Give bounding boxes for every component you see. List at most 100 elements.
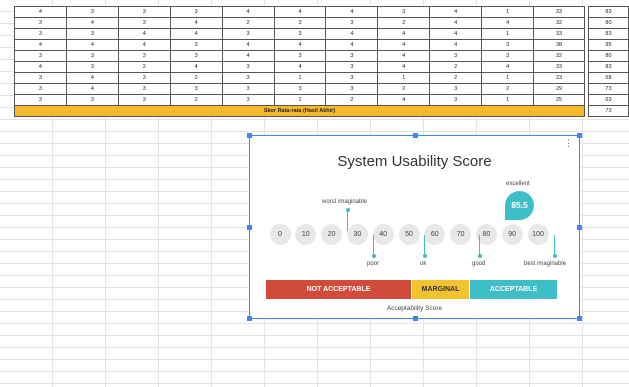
- table-cell[interactable]: 2: [221, 17, 275, 29]
- more-vert-icon[interactable]: ⋮: [564, 139, 573, 148]
- table-cell[interactable]: 3: [117, 17, 171, 29]
- table-cell[interactable]: 3: [429, 94, 483, 106]
- table-cell[interactable]: 4: [429, 6, 483, 18]
- resize-handle[interactable]: [413, 133, 418, 138]
- resize-handle[interactable]: [577, 225, 582, 230]
- table-cell[interactable]: 1: [481, 28, 535, 40]
- table-cell[interactable]: 4: [65, 17, 119, 29]
- table-cell[interactable]: 1: [377, 72, 431, 84]
- table-cell[interactable]: 3: [325, 72, 379, 84]
- table-cell[interactable]: 1: [273, 72, 327, 84]
- table-cell[interactable]: 3: [273, 28, 327, 40]
- table-cell[interactable]: 1: [481, 72, 535, 84]
- table-cell[interactable]: 3: [481, 39, 535, 51]
- table-cell[interactable]: 4: [429, 28, 483, 40]
- table-cell[interactable]: 2: [169, 94, 223, 106]
- table-cell[interactable]: 32: [533, 17, 585, 29]
- table-cell[interactable]: 3: [117, 83, 171, 95]
- table-cell[interactable]: 3: [169, 39, 223, 51]
- table-cell[interactable]: 83: [587, 6, 629, 18]
- table-cell[interactable]: 3: [169, 6, 223, 18]
- table-cell[interactable]: 3: [14, 50, 67, 62]
- table-cell[interactable]: 4: [14, 6, 67, 18]
- table-cell[interactable]: 3: [325, 50, 379, 62]
- table-cell[interactable]: 3: [273, 50, 327, 62]
- table-cell[interactable]: 3: [14, 72, 67, 84]
- table-cell[interactable]: 4: [117, 28, 171, 40]
- table-cell[interactable]: 4: [65, 39, 119, 51]
- table-cell[interactable]: 3: [14, 17, 67, 29]
- table-cell[interactable]: 1: [273, 94, 327, 106]
- table-cell[interactable]: 3: [273, 17, 327, 29]
- table-cell[interactable]: 2: [325, 94, 379, 106]
- table-cell[interactable]: 3: [65, 94, 119, 106]
- table-cell[interactable]: 3: [221, 28, 275, 40]
- table-cell[interactable]: 3: [14, 94, 67, 106]
- table-cell[interactable]: 95: [587, 39, 629, 51]
- table-cell[interactable]: 4: [377, 28, 431, 40]
- table-cell[interactable]: 4: [377, 61, 431, 73]
- table-cell[interactable]: 3: [65, 61, 119, 73]
- table-cell[interactable]: 4: [14, 39, 67, 51]
- resize-handle[interactable]: [247, 225, 252, 230]
- table-cell[interactable]: 4: [169, 61, 223, 73]
- table-cell[interactable]: 33: [533, 6, 585, 18]
- table-cell[interactable]: 3: [14, 28, 67, 40]
- table-cell[interactable]: 3: [429, 83, 483, 95]
- table-cell[interactable]: 3: [65, 28, 119, 40]
- table-cell[interactable]: 63: [587, 94, 629, 106]
- resize-handle[interactable]: [247, 316, 252, 321]
- table-cell[interactable]: 4: [221, 6, 275, 18]
- table-cell[interactable]: 4: [273, 39, 327, 51]
- table-cell[interactable]: 4: [221, 50, 275, 62]
- table-cell[interactable]: 3: [14, 83, 67, 95]
- table-cell[interactable]: 4: [117, 39, 171, 51]
- table-cell[interactable]: 73: [587, 83, 629, 95]
- table-cell[interactable]: 33: [533, 28, 585, 40]
- table-cell[interactable]: 2: [377, 83, 431, 95]
- sus-chart[interactable]: ⋮ System Usability Score 0 10 20 30 40 50 60 70…: [247, 133, 582, 321]
- table-cell[interactable]: 4: [429, 17, 483, 29]
- table-cell[interactable]: 4: [377, 94, 431, 106]
- table-cell[interactable]: 23: [533, 72, 585, 84]
- resize-handle[interactable]: [577, 133, 582, 138]
- table-cell[interactable]: 4: [325, 6, 379, 18]
- table-cell[interactable]: 1: [481, 94, 535, 106]
- table-cell[interactable]: 38: [533, 39, 585, 51]
- table-cell[interactable]: 4: [325, 39, 379, 51]
- table-cell[interactable]: 83: [587, 61, 629, 73]
- table-cell[interactable]: 4: [169, 17, 223, 29]
- table-cell[interactable]: 3: [65, 6, 119, 18]
- table-cell[interactable]: 4: [273, 61, 327, 73]
- table-cell[interactable]: 3: [169, 50, 223, 62]
- table-cell[interactable]: 80: [587, 17, 629, 29]
- table-cell[interactable]: 3: [377, 6, 431, 18]
- table-cell[interactable]: 2: [169, 72, 223, 84]
- table-cell[interactable]: 4: [273, 6, 327, 18]
- table-cell[interactable]: 80: [587, 50, 629, 62]
- table-cell[interactable]: 3: [325, 83, 379, 95]
- table-cell[interactable]: 25: [533, 94, 585, 106]
- table-cell[interactable]: 2: [481, 83, 535, 95]
- table-cell[interactable]: 2: [429, 72, 483, 84]
- resize-handle[interactable]: [413, 316, 418, 321]
- table-cell[interactable]: 4: [169, 28, 223, 40]
- table-cell[interactable]: 4: [481, 61, 535, 73]
- table-cell[interactable]: 1: [481, 6, 535, 18]
- table-cell[interactable]: 3: [221, 94, 275, 106]
- table-cell[interactable]: 4: [14, 61, 67, 73]
- table-cell[interactable]: 58: [587, 72, 629, 84]
- resize-handle[interactable]: [577, 316, 582, 321]
- table-cell[interactable]: 4: [65, 83, 119, 95]
- table-cell[interactable]: 4: [325, 28, 379, 40]
- table-cell[interactable]: 3: [117, 50, 171, 62]
- table-cell[interactable]: 3: [481, 50, 535, 62]
- table-cell[interactable]: 4: [377, 50, 431, 62]
- table-cell[interactable]: 3: [325, 17, 379, 29]
- table-cell[interactable]: 3: [117, 6, 171, 18]
- resize-handle[interactable]: [247, 133, 252, 138]
- table-cell[interactable]: 3: [221, 72, 275, 84]
- table-cell[interactable]: 4: [429, 39, 483, 51]
- average-value[interactable]: 73: [587, 105, 629, 117]
- table-cell[interactable]: 4: [377, 39, 431, 51]
